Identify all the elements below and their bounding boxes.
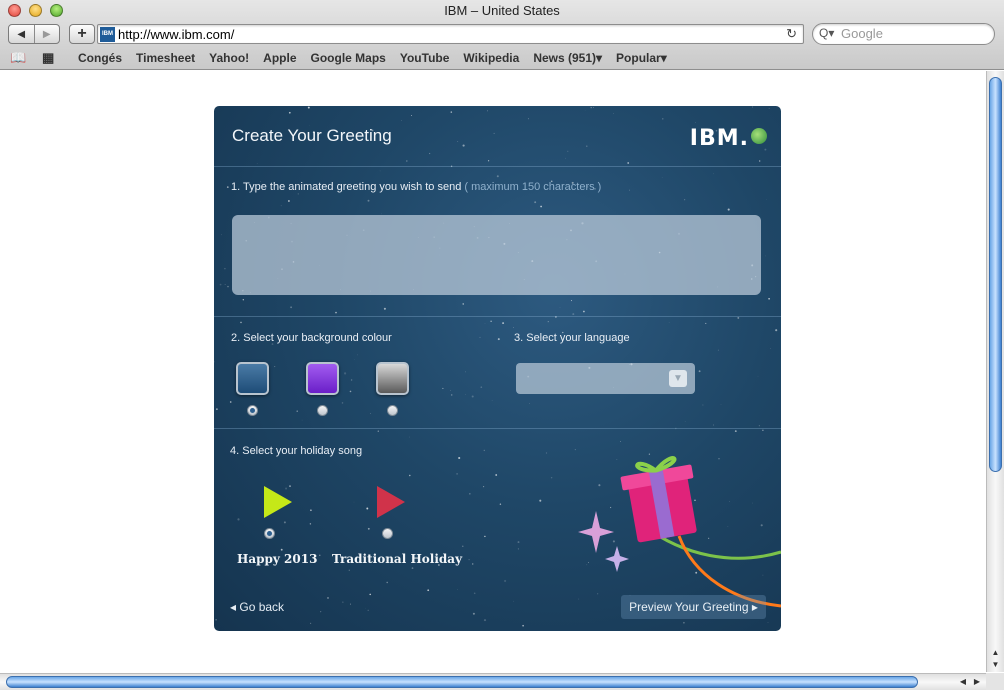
step2-label: 2. Select your background colour <box>231 332 392 344</box>
color-swatch-purple[interactable] <box>306 362 339 395</box>
search-icon[interactable]: Q▾ <box>819 26 834 40</box>
horizontal-scrollbar[interactable]: ◀ ▶ <box>0 673 986 690</box>
browser-window: IBM – United States ◀ ▶ + IBM ↻ Q▾ 📖 ▦ C… <box>0 0 1004 690</box>
color-swatch-grey[interactable] <box>376 362 409 395</box>
step1-hint: ( maximum 150 characters ) <box>464 181 602 193</box>
color-radio-grey[interactable] <box>387 405 398 416</box>
forward-button[interactable]: ▶ <box>33 25 60 43</box>
chevron-down-icon[interactable]: ▼ <box>669 370 687 387</box>
greeting-text-input[interactable] <box>232 215 761 295</box>
song-radio-happy-2013[interactable] <box>264 528 275 539</box>
url-input[interactable] <box>118 26 778 42</box>
browser-chrome: IBM – United States ◀ ▶ + IBM ↻ Q▾ 📖 ▦ C… <box>0 0 1004 70</box>
preview-greeting-button[interactable]: Preview Your Greeting ▸ <box>621 595 766 619</box>
step4-label: 4. Select your holiday song <box>230 445 363 457</box>
song-label-happy-2013: Happy 2013 <box>237 552 318 566</box>
card-title: Create Your Greeting <box>232 126 392 145</box>
color-swatch-blue[interactable] <box>236 362 269 395</box>
history-nav: ◀ ▶ <box>8 24 60 44</box>
bookmark-timesheet[interactable]: Timesheet <box>136 51 195 65</box>
bookmark-popular-menu[interactable]: Popular▾ <box>616 51 667 65</box>
song-label-traditional-holiday: Traditional Holiday <box>332 552 463 566</box>
window-title: IBM – United States <box>444 3 560 18</box>
search-field: Q▾ <box>812 23 995 45</box>
greeting-card-panel: Create Your Greeting IBM. 1. Type the an… <box>214 106 781 631</box>
reading-list-icon[interactable]: 📖 <box>10 50 32 66</box>
bookmark-apple[interactable]: Apple <box>263 51 296 65</box>
divider <box>214 428 781 429</box>
vertical-scrollbar[interactable]: ▲ ▼ <box>986 71 1004 672</box>
scroll-left-arrow-icon[interactable]: ◀ <box>956 674 970 690</box>
bookmark-youtube[interactable]: YouTube <box>400 51 450 65</box>
vertical-scroll-thumb[interactable] <box>989 77 1002 472</box>
reload-icon[interactable]: ↻ <box>786 26 797 42</box>
globe-icon <box>751 128 767 144</box>
bookmark-google-maps[interactable]: Google Maps <box>311 51 386 65</box>
scroll-right-arrow-icon[interactable]: ▶ <box>970 674 984 690</box>
ibm-favicon-icon: IBM <box>100 27 115 42</box>
address-bar: IBM ↻ <box>97 24 804 44</box>
back-button[interactable]: ◀ <box>9 25 34 43</box>
play-icon-traditional-holiday[interactable] <box>377 486 405 518</box>
language-select[interactable]: ▼ <box>516 363 695 394</box>
step1-label: 1. Type the animated greeting you wish t… <box>231 181 601 193</box>
bookmark-wikipedia[interactable]: Wikipedia <box>463 51 519 65</box>
top-sites-grid-icon[interactable]: ▦ <box>42 50 64 66</box>
step1-text: 1. Type the animated greeting you wish t… <box>231 181 462 193</box>
step3-label: 3. Select your language <box>514 332 630 344</box>
add-bookmark-button[interactable]: + <box>69 24 95 44</box>
scroll-corner <box>986 673 1004 690</box>
divider <box>214 316 781 317</box>
title-bar: IBM – United States <box>0 0 1004 22</box>
go-back-link[interactable]: ◂ Go back <box>230 600 284 614</box>
bookmarks-bar: 📖 ▦ Congés Timesheet Yahoo! Apple Google… <box>0 48 1004 68</box>
bookmark-conges[interactable]: Congés <box>78 51 122 65</box>
horizontal-scroll-thumb[interactable] <box>6 676 918 688</box>
scroll-up-arrow-icon[interactable]: ▲ <box>987 647 1004 659</box>
color-radio-purple[interactable] <box>317 405 328 416</box>
divider <box>214 166 781 167</box>
color-radio-blue[interactable] <box>247 405 258 416</box>
search-input[interactable] <box>841 26 981 41</box>
song-radio-traditional-holiday[interactable] <box>382 528 393 539</box>
bookmark-news-menu[interactable]: News (951)▾ <box>533 51 602 65</box>
play-icon-happy-2013[interactable] <box>264 486 292 518</box>
scroll-down-arrow-icon[interactable]: ▼ <box>987 659 1004 671</box>
ibm-logo: IBM. <box>689 126 749 151</box>
bookmark-yahoo[interactable]: Yahoo! <box>209 51 249 65</box>
